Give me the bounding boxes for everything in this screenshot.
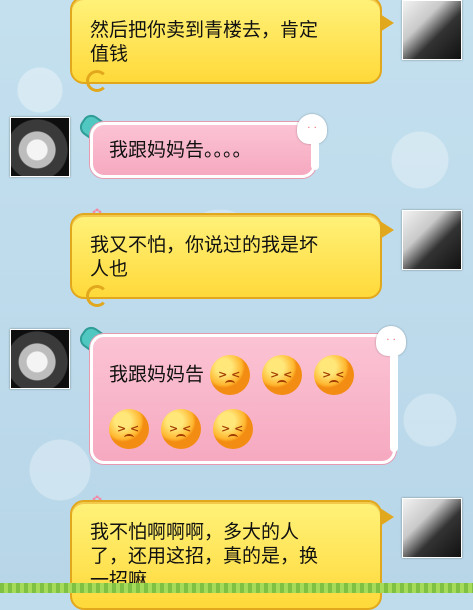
bubble-tail	[380, 508, 394, 526]
angry-face-emoji	[210, 355, 251, 395]
avatar[interactable]	[10, 117, 70, 177]
angry-face-emoji	[262, 355, 303, 395]
avatar[interactable]	[402, 210, 462, 270]
grass-decoration	[0, 583, 473, 593]
emoji-line	[109, 409, 393, 449]
curl-decoration-icon	[86, 70, 108, 92]
bubble-tail	[380, 221, 394, 239]
chat-bubble-yellow[interactable]: 我不怕啊啊啊，多大的人 了，还用这招，真的是，换 一招嘛	[70, 500, 382, 610]
avatar[interactable]	[402, 498, 462, 558]
chat-bubble-pink[interactable]: 我跟妈妈告。。。。	[90, 122, 316, 178]
chat-bubble-yellow[interactable]: 我又不怕，你说过的我是坏 人也	[70, 213, 382, 299]
angry-face-emoji	[109, 409, 149, 449]
message-text: 我跟妈妈告。。。。	[109, 139, 252, 161]
message-text: 我跟妈妈告	[109, 363, 205, 386]
chat-bubble-yellow[interactable]: 然后把你卖到青楼去，肯定 值钱	[70, 0, 382, 84]
angry-face-emoji	[161, 409, 202, 449]
ghost-icon: · ·	[297, 114, 327, 144]
message-text: 然后把你卖到青楼去，肯定 值钱	[90, 19, 319, 65]
ghost-tail	[390, 352, 398, 452]
curl-decoration-icon	[86, 285, 108, 307]
angry-face-emoji	[213, 409, 254, 449]
chat-bubble-pink[interactable]: 我跟妈妈告	[90, 334, 396, 464]
bubble-tail	[380, 14, 394, 32]
message-line: 我跟妈妈告	[109, 355, 393, 401]
angry-face-emoji	[314, 355, 355, 395]
avatar[interactable]	[402, 0, 462, 60]
message-text: 我不怕啊啊啊，多大的人 了，还用这招，真的是，换 一招嘛	[90, 521, 319, 591]
message-text: 我又不怕，你说过的我是坏 人也	[90, 234, 319, 280]
avatar[interactable]	[10, 329, 70, 389]
ghost-tail	[311, 140, 319, 170]
ghost-icon: · ·	[376, 326, 406, 356]
